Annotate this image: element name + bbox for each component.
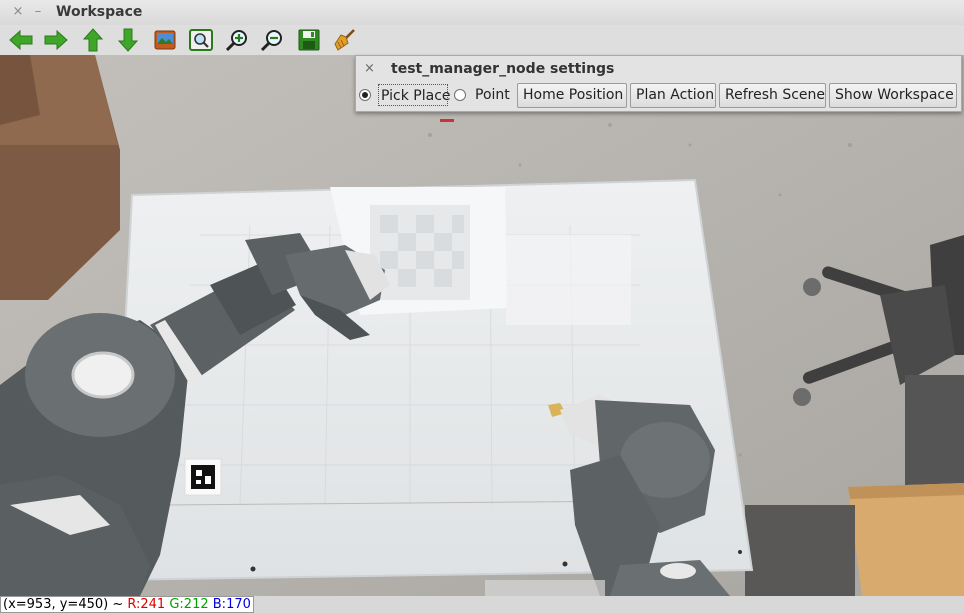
pixel-red-value: R:241 bbox=[127, 597, 166, 612]
zoom-out-icon bbox=[260, 30, 282, 52]
zoom-fit-button[interactable] bbox=[188, 27, 214, 53]
pixel-green-value: G:212 bbox=[169, 597, 209, 612]
pixel-info: (x=953, y=450) ~ R:241 G:212 B:170 bbox=[0, 596, 254, 613]
down-button[interactable] bbox=[115, 27, 141, 53]
zoom-out-button[interactable] bbox=[259, 27, 285, 53]
back-button[interactable] bbox=[8, 27, 34, 53]
pixel-blue-value: B:170 bbox=[212, 597, 251, 612]
broom-icon bbox=[334, 29, 355, 51]
plan-action-button[interactable]: Plan Action bbox=[630, 83, 716, 108]
window-minimize-button[interactable]: – bbox=[30, 3, 46, 21]
window-title: Workspace bbox=[56, 4, 143, 20]
radio-pick-place-label[interactable]: Pick Place bbox=[378, 84, 451, 106]
close-icon: × bbox=[12, 4, 24, 19]
zoom-in-button[interactable] bbox=[224, 27, 250, 53]
minimize-icon: – bbox=[34, 4, 42, 19]
window-close-button[interactable]: × bbox=[10, 3, 26, 21]
save-icon bbox=[298, 29, 320, 51]
image-button[interactable] bbox=[152, 27, 178, 53]
arrow-right-icon bbox=[44, 29, 68, 51]
zoom-fit-icon bbox=[189, 29, 213, 51]
up-button[interactable] bbox=[80, 27, 106, 53]
clear-button[interactable] bbox=[332, 27, 358, 53]
window-titlebar: × – Workspace bbox=[0, 0, 964, 26]
refresh-scene-button[interactable]: Refresh Scene bbox=[719, 83, 826, 108]
radio-point-label[interactable]: Point bbox=[473, 84, 512, 106]
workspace-camera-image bbox=[0, 55, 964, 596]
arrow-up-icon bbox=[82, 28, 104, 52]
save-button[interactable] bbox=[296, 27, 322, 53]
home-position-button[interactable]: Home Position bbox=[517, 83, 627, 108]
close-icon: × bbox=[364, 61, 375, 76]
dialog-close-button[interactable]: × bbox=[364, 60, 375, 78]
radio-point[interactable] bbox=[454, 89, 466, 101]
forward-button[interactable] bbox=[43, 27, 69, 53]
camera-view[interactable] bbox=[0, 55, 964, 596]
cursor-coordinates: (x=953, y=450) ~ bbox=[3, 597, 128, 612]
status-bar: (x=953, y=450) ~ R:241 G:212 B:170 bbox=[0, 596, 964, 613]
settings-dialog: × test_manager_node settings Pick Place … bbox=[355, 55, 962, 112]
arrow-left-icon bbox=[9, 29, 33, 51]
arrow-down-icon bbox=[117, 28, 139, 52]
image-icon bbox=[154, 30, 176, 50]
radio-pick-place[interactable] bbox=[359, 89, 371, 101]
zoom-in-icon bbox=[225, 30, 247, 52]
toolbar bbox=[0, 25, 964, 56]
dialog-title: test_manager_node settings bbox=[391, 61, 615, 77]
show-workspace-button[interactable]: Show Workspace bbox=[829, 83, 957, 108]
